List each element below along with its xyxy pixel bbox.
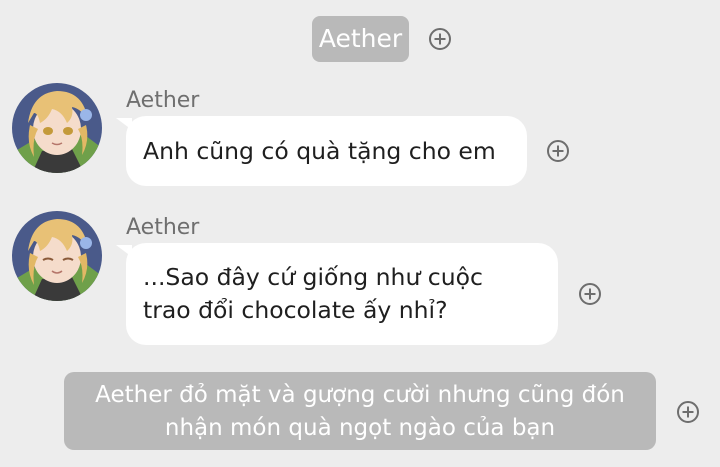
- speaker-name-chip[interactable]: Aether: [312, 16, 409, 62]
- sender-name: Aether: [126, 88, 200, 113]
- message-bubble[interactable]: ...Sao đây cứ giống như cuộc trao đổi ch…: [126, 243, 558, 345]
- message-text-line: ...Sao đây cứ giống như cuộc: [143, 263, 483, 291]
- avatar[interactable]: [12, 83, 102, 173]
- message-bubble[interactable]: Anh cũng có quà tặng cho em: [126, 116, 527, 186]
- message-text: Anh cũng có quà tặng cho em: [143, 137, 496, 165]
- add-message-plus-icon[interactable]: [579, 283, 601, 305]
- narration-line: Aether đỏ mặt và gượng cười nhưng cũng đ…: [95, 382, 625, 408]
- sender-name: Aether: [126, 215, 200, 240]
- message-text-line: trao đổi chocolate ấy nhỉ?: [143, 296, 448, 324]
- narration-line: nhận món quà ngọt ngào của bạn: [164, 415, 556, 441]
- narration-box[interactable]: Aether đỏ mặt và gượng cười nhưng cũng đ…: [64, 372, 656, 450]
- aether-avatar-image: [12, 211, 102, 301]
- add-speaker-plus-icon[interactable]: [429, 28, 451, 50]
- add-narration-plus-icon[interactable]: [677, 401, 699, 423]
- avatar[interactable]: [12, 211, 102, 301]
- add-message-plus-icon[interactable]: [547, 140, 569, 162]
- aether-avatar-image: [12, 83, 102, 173]
